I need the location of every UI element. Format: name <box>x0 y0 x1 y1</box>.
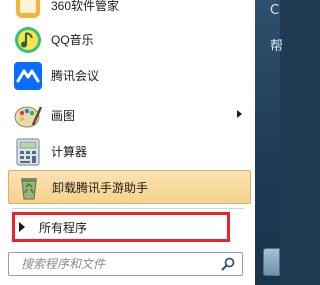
menu-divider <box>12 208 244 209</box>
paint-icon <box>13 101 43 131</box>
right-panel: C 帮 <box>255 0 283 285</box>
search-box[interactable] <box>8 252 243 276</box>
menu-item-calculator[interactable]: 计算器 <box>8 134 248 169</box>
calculator-icon <box>13 137 43 167</box>
right-panel-item[interactable]: 帮 <box>270 40 283 53</box>
all-programs-label: 所有程序 <box>39 220 88 235</box>
menu-item-tencent-meeting[interactable]: 腾讯会议 <box>8 58 248 93</box>
menu-item-qq-music[interactable]: QQ音乐 <box>8 22 248 57</box>
menu-item-label: 腾讯会议 <box>51 69 100 83</box>
menu-item-uninstall-tencent-game-assistant[interactable]: 卸载腾讯手游助手 <box>8 170 251 204</box>
submenu-arrow-icon <box>237 110 242 118</box>
menu-item-label: 计算器 <box>51 145 88 159</box>
menu-item-label: 卸载腾讯手游助手 <box>52 180 149 195</box>
menu-item-label: QQ音乐 <box>51 33 94 47</box>
menu-item-software-manager[interactable]: 360软件管家 <box>8 0 248 23</box>
expand-arrow-icon <box>19 222 25 232</box>
right-panel-item[interactable]: C <box>270 4 279 17</box>
menu-item-label: 画图 <box>51 109 76 123</box>
search-input[interactable] <box>19 253 220 275</box>
menu-item-paint[interactable]: 画图 <box>8 98 248 133</box>
menu-item-label: 360软件管家 <box>51 0 120 13</box>
search-icon[interactable] <box>220 256 236 272</box>
qq-music-icon <box>13 25 43 55</box>
shutdown-button[interactable] <box>263 248 280 276</box>
start-menu: 360软件管家 QQ音乐 腾讯会议 画图 计算器 卸载腾讯手游助手 所有程序 搜… <box>0 0 256 285</box>
all-programs-button[interactable]: 所有程序 <box>12 212 230 242</box>
recycle-bin-icon <box>14 172 44 202</box>
software-manager-icon <box>13 0 43 21</box>
tencent-meeting-icon <box>13 61 43 91</box>
